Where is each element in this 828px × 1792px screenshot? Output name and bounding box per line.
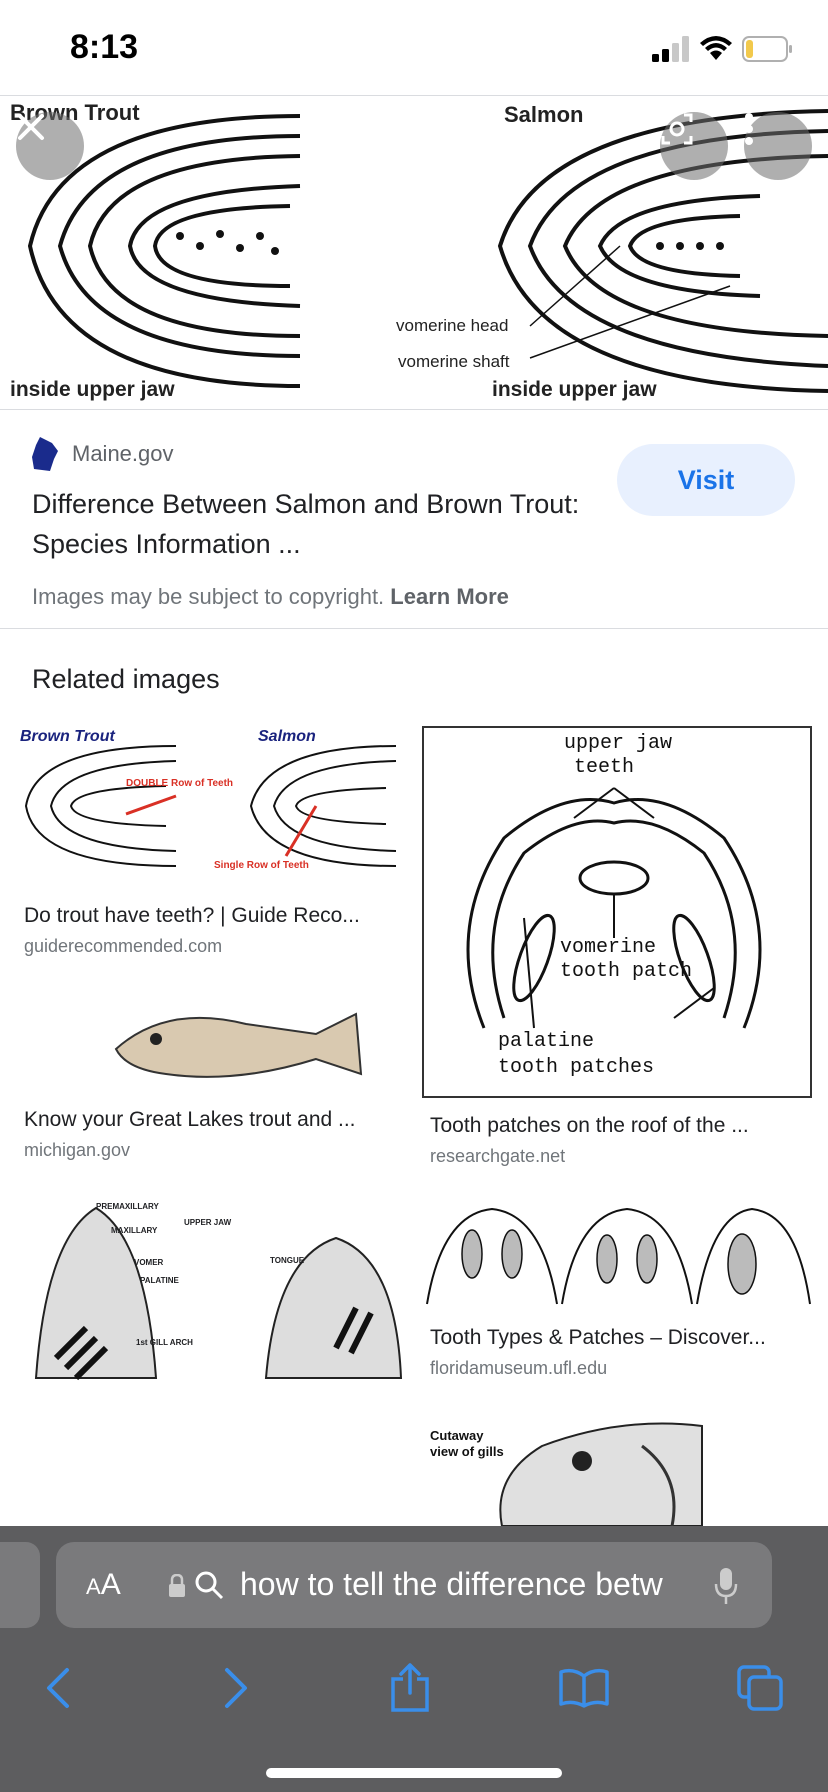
book-icon [559,1668,609,1708]
hero-caption-left: inside upper jaw [10,378,175,401]
status-time: 8:13 [70,28,139,66]
related-image-domain: michigan.gov [24,1140,131,1160]
bookmarks-button[interactable] [554,1658,614,1718]
browser-toolbar [0,1628,828,1792]
learn-more-link[interactable]: Learn More [390,584,509,609]
aa-small-text: A [86,1574,101,1599]
copyright-notice: Images may be subject to copyright. Lear… [32,584,509,610]
chevron-right-icon [225,1668,247,1708]
result-title-link[interactable]: Difference Between Salmon and Brown Trou… [32,484,592,564]
related-thumbnail [422,1204,812,1310]
related-image-title: Do trout have teeth? | Guide Reco... [24,904,360,927]
status-bar: 8:13 [0,0,828,96]
thumb-text: Single Row of Teeth [214,860,309,871]
related-thumbnail [16,994,406,1094]
address-bar[interactable]: AA how to tell the difference betw [56,1542,772,1628]
chevron-left-icon [47,1668,69,1708]
forward-button[interactable] [206,1658,266,1718]
thumb-text: VOMER [134,1258,164,1267]
source-site-name: Maine.gov [72,441,174,466]
search-icon [195,1571,224,1600]
related-image-tile[interactable]: Cutaway view of gills [422,1416,812,1526]
related-images-heading: Related images [32,664,220,694]
more-options-button[interactable] [744,112,812,180]
thumb-text: view of gills [430,1444,504,1459]
related-thumbnail: Cutaway view of gills [422,1416,812,1526]
related-image-title: Know your Great Lakes trout and ... [24,1108,356,1131]
close-button[interactable] [16,112,84,180]
related-image-domain: researchgate.net [430,1146,566,1166]
lens-button[interactable] [660,112,728,180]
share-button[interactable] [380,1658,440,1718]
home-indicator [266,1768,562,1778]
thumb-text: Brown Trout [20,728,115,745]
related-thumbnail: PREMAXILLARY MAXILLARY VOMER PALATINE UP… [16,1198,406,1506]
tabs-button[interactable] [730,1658,790,1718]
aa-big-text: A [100,1568,121,1601]
related-image-domain: guiderecommended.com [24,936,223,956]
back-button[interactable] [28,1658,88,1718]
thumb-text: tooth patches [498,1056,655,1079]
url-input[interactable]: how to tell the difference betw [240,1566,700,1603]
thumb-text: palatine [498,1030,595,1053]
thumb-text: PALATINE [140,1276,179,1285]
divider [0,628,828,629]
share-icon [391,1663,429,1712]
close-icon [18,114,44,140]
lens-icon [661,113,693,145]
thumb-text: vomerine [560,936,657,959]
thumb-text: tooth patch [560,960,693,983]
maine-favicon-icon [32,437,58,471]
thumb-text: 1st GILL ARCH [136,1338,193,1347]
more-vert-icon [745,113,753,145]
hero-annotation-shaft: vomerine shaft [398,352,510,371]
hero-label-salmon: Salmon [504,102,584,127]
thumb-text: MAXILLARY [111,1226,158,1235]
visit-button[interactable]: Visit [617,444,795,516]
thumb-text: teeth [574,756,635,779]
related-image-tile[interactable]: Brown Trout Salmon DOUBLE Row of Teeth S… [16,726,406,956]
thumb-text: Cutaway [430,1428,484,1443]
lock-icon [169,1574,185,1597]
thumb-text: UPPER JAW [184,1218,232,1227]
thumb-text: Salmon [258,728,316,745]
hero-caption-right: inside upper jaw [492,378,657,401]
thumb-text: TONGUE [270,1256,305,1265]
copyright-text: Images may be subject to copyright. [32,584,385,609]
related-image-title: Tooth Types & Patches – Discover... [430,1326,766,1349]
related-image-tile[interactable]: Tooth Types & Patches – Discover... flor… [422,1204,812,1384]
battery-icon [742,36,792,62]
related-thumbnail: Brown Trout Salmon DOUBLE Row of Teeth S… [16,726,406,889]
microphone-icon[interactable] [714,1566,738,1606]
related-image-domain: floridamuseum.ufl.edu [430,1358,608,1378]
address-bar-area: AA how to tell the difference betw [0,1526,828,1628]
thumb-text: PREMAXILLARY [96,1202,159,1211]
cellular-signal-icon [652,36,689,62]
related-thumbnail: upper jaw teeth vomerine tooth patch pal… [422,726,812,1098]
wifi-icon [700,36,732,60]
previous-tab-edge[interactable] [0,1542,40,1628]
thumb-text: DOUBLE Row of Teeth [126,778,234,789]
preview-image[interactable]: Brown Trout Salmon inside upper jaw insi… [0,96,828,410]
thumb-text: upper jaw [564,732,673,755]
related-image-tile[interactable]: Know your Great Lakes trout and ... mich… [16,994,406,1164]
related-image-title: Tooth patches on the roof of the ... [430,1114,749,1137]
related-image-tile[interactable]: upper jaw teeth vomerine tooth patch pal… [422,726,812,1166]
related-image-tile[interactable]: PREMAXILLARY MAXILLARY VOMER PALATINE UP… [16,1198,406,1526]
tabs-icon [737,1665,783,1711]
hero-annotation-head: vomerine head [396,316,509,335]
text-size-button[interactable]: AA [86,1568,121,1602]
